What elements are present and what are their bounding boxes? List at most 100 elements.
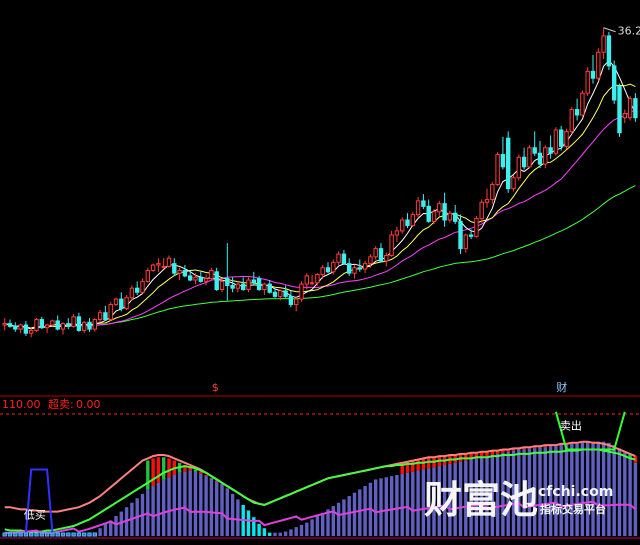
candle-body <box>527 147 532 168</box>
candle <box>145 267 151 283</box>
candle-body <box>198 276 204 282</box>
histogram-bar <box>183 471 187 536</box>
candle <box>627 95 633 121</box>
histogram-bar <box>278 532 282 536</box>
candle-body <box>129 287 135 299</box>
candle-body <box>442 203 447 221</box>
histogram-bar <box>98 528 102 536</box>
histogram-bar <box>246 510 251 536</box>
histogram-cap <box>464 453 468 461</box>
candle <box>431 209 437 225</box>
histogram-cap <box>167 458 171 478</box>
candle-body <box>150 264 156 271</box>
candle <box>495 151 500 186</box>
candle <box>299 281 304 302</box>
histogram-bar <box>374 479 378 536</box>
candle-body <box>431 211 437 222</box>
candle-body <box>553 129 559 154</box>
candle-body <box>161 265 166 268</box>
candle-body <box>251 279 257 284</box>
histogram-bar <box>220 483 224 536</box>
histogram-bar <box>347 496 351 536</box>
candle <box>108 301 113 321</box>
candle <box>256 275 262 291</box>
watermark-brand: 财富池 <box>424 478 538 522</box>
candle-body <box>272 291 278 297</box>
signal-marker: 财 <box>556 380 567 394</box>
histogram-bar <box>633 462 638 536</box>
candle-body <box>325 267 331 273</box>
candle <box>389 230 394 257</box>
candle <box>606 31 612 70</box>
histogram-bar <box>310 519 314 536</box>
histogram-bar <box>236 499 240 536</box>
candle <box>474 215 479 238</box>
candle-body <box>87 321 92 330</box>
histogram-bar <box>273 532 277 536</box>
histogram-bar <box>230 493 235 536</box>
histogram-bar <box>283 531 288 536</box>
candle-body <box>256 278 262 291</box>
candle-body <box>309 282 315 285</box>
candle <box>617 83 622 137</box>
candle-body <box>29 329 34 334</box>
histogram-bar <box>114 516 118 536</box>
candle-body <box>140 280 145 293</box>
candle-body <box>405 219 410 226</box>
candle-body <box>479 201 484 220</box>
watermark-site: cfchi.com <box>538 484 613 500</box>
candle <box>113 297 119 306</box>
candle-body <box>156 263 161 266</box>
overbought-value: 0.00 <box>76 398 101 411</box>
candle-body <box>82 321 87 331</box>
candle-body <box>34 319 39 331</box>
candle <box>527 145 532 169</box>
candle-body <box>389 234 394 256</box>
stock-chart: 36.20 $ 财 低买 卖出 110.00 超卖: 0.00 财富池 cfchi.… <box>0 0 640 545</box>
candle-body <box>166 257 172 267</box>
candle-body <box>177 269 182 274</box>
histogram-bar <box>188 470 192 536</box>
candle-body <box>511 177 516 190</box>
candle-body <box>2 323 7 326</box>
candle-body <box>299 283 304 300</box>
candle-body <box>569 109 574 132</box>
candle <box>569 106 574 135</box>
candle-body <box>352 267 357 274</box>
candle-body <box>13 325 18 330</box>
ref-line-label: 110.00 <box>2 398 41 411</box>
histogram-bar <box>358 489 362 536</box>
histogram-bar <box>305 522 309 536</box>
histogram-bar <box>336 502 341 536</box>
histogram-bar <box>167 477 171 536</box>
candle-body <box>108 304 113 321</box>
histogram-bar <box>225 488 229 536</box>
candle-body <box>410 214 416 226</box>
candle-body <box>113 298 119 306</box>
candle-body <box>225 278 230 286</box>
candle-body <box>421 200 426 207</box>
candle-body <box>474 218 479 237</box>
overbought-label: 超卖: <box>48 397 74 411</box>
histogram-bar <box>617 448 622 536</box>
histogram-bar <box>151 486 155 536</box>
buy-signal-label: 低买 <box>24 508 46 521</box>
candle-body <box>559 129 564 147</box>
candle-body <box>60 323 66 330</box>
candle-body <box>188 275 193 281</box>
candle-body <box>219 280 225 291</box>
histogram-cap <box>209 478 214 480</box>
histogram-bar <box>193 471 198 536</box>
histogram-bar <box>315 516 320 536</box>
candle-body <box>373 248 378 258</box>
candle-body <box>135 287 140 293</box>
candle-body <box>564 130 569 147</box>
histogram-cap <box>416 459 420 471</box>
histogram-bar <box>204 476 208 536</box>
candle <box>400 217 405 234</box>
candle <box>140 278 145 294</box>
candle-body <box>368 256 373 265</box>
histogram-bar <box>257 523 261 536</box>
histogram-bar <box>162 479 166 536</box>
candle <box>50 319 55 327</box>
